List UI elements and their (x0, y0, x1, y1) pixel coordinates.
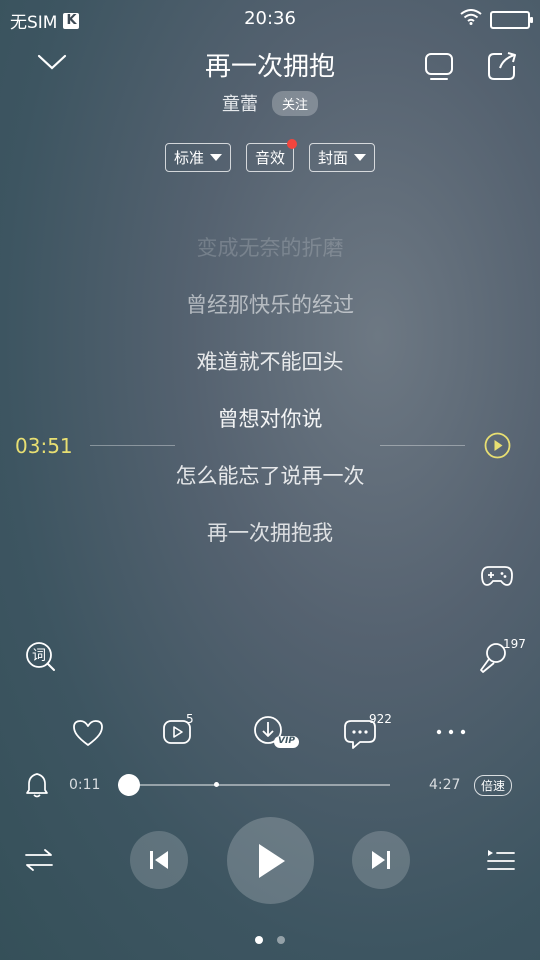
mic-count: 197 (503, 637, 526, 651)
page-dot[interactable] (277, 936, 285, 944)
lyric-line: 曾想对你说 (217, 407, 323, 431)
more-dots-icon[interactable] (435, 728, 469, 736)
play-icon (258, 843, 285, 878)
artist-row: 童蕾 关注 (0, 90, 540, 116)
lyric-line: 怎么能忘了说再一次 (175, 464, 365, 488)
sound-effect-button[interactable]: 音效 (245, 139, 297, 172)
seek-line-right (380, 445, 465, 446)
wifi-icon (460, 9, 482, 30)
battery-icon (490, 10, 533, 29)
vip-badge: VIP (278, 736, 295, 746)
previous-icon (150, 851, 168, 869)
cover-dropdown[interactable]: 封面 (309, 143, 376, 172)
svg-text:词: 词 (32, 648, 46, 664)
alarm-bell-icon[interactable] (25, 772, 49, 798)
collapse-chevron-down-icon[interactable] (36, 52, 68, 72)
dropdown-triangle-icon (354, 154, 367, 161)
quality-dropdown[interactable]: 标准 (164, 143, 231, 172)
status-right (460, 9, 533, 30)
comment-count: 922 (369, 712, 392, 726)
lyric-seek-time: 03:51 (15, 434, 73, 458)
next-button[interactable] (352, 831, 410, 889)
cover-label: 封面 (318, 149, 349, 167)
screen-cast-icon[interactable] (423, 52, 455, 82)
quality-label: 标准 (173, 149, 204, 167)
lyric-line: 变成无奈的折磨 (196, 236, 344, 260)
next-icon (372, 851, 390, 869)
sound-effect-label: 音效 (254, 149, 285, 167)
seek-line-left (90, 445, 175, 446)
game-controller-icon[interactable] (481, 562, 513, 590)
shuffle-order-icon[interactable] (24, 848, 54, 872)
progress-track[interactable] (118, 784, 390, 786)
lyric-line: 难道就不能回头 (196, 350, 344, 374)
playback-speed-button[interactable]: 倍速 (474, 775, 513, 796)
song-title: 再一次拥抱 (204, 52, 335, 82)
video-count: 5 (186, 712, 194, 726)
status-time: 20:36 (244, 8, 296, 29)
artist-name[interactable]: 童蕾 (222, 90, 258, 116)
lyrics-search-icon[interactable]: 词 (24, 640, 58, 674)
previous-button[interactable] (130, 831, 188, 889)
current-time: 0:11 (69, 777, 101, 793)
options-chips: 标准 音效 封面 (0, 139, 540, 172)
total-time: 4:27 (429, 777, 461, 793)
play-button[interactable] (227, 817, 314, 904)
follow-button[interactable]: 关注 (271, 90, 318, 116)
like-heart-icon[interactable] (72, 718, 104, 748)
playlist-icon[interactable] (486, 847, 516, 875)
page-dot[interactable] (255, 936, 263, 944)
dropdown-triangle-icon (209, 154, 222, 161)
lyric-line: 曾经那快乐的经过 (186, 293, 354, 317)
lyric-line: 再一次拥抱我 (207, 521, 333, 545)
seek-play-icon[interactable] (484, 432, 511, 459)
status-bar: 无SIM K 20:36 (0, 0, 540, 36)
page-indicator (0, 936, 540, 944)
progress-knob[interactable] (117, 774, 140, 796)
progress-marker (214, 782, 219, 787)
new-badge-dot (287, 139, 297, 149)
share-icon[interactable] (486, 50, 518, 82)
download-vip-icon[interactable]: VIP (252, 714, 302, 750)
